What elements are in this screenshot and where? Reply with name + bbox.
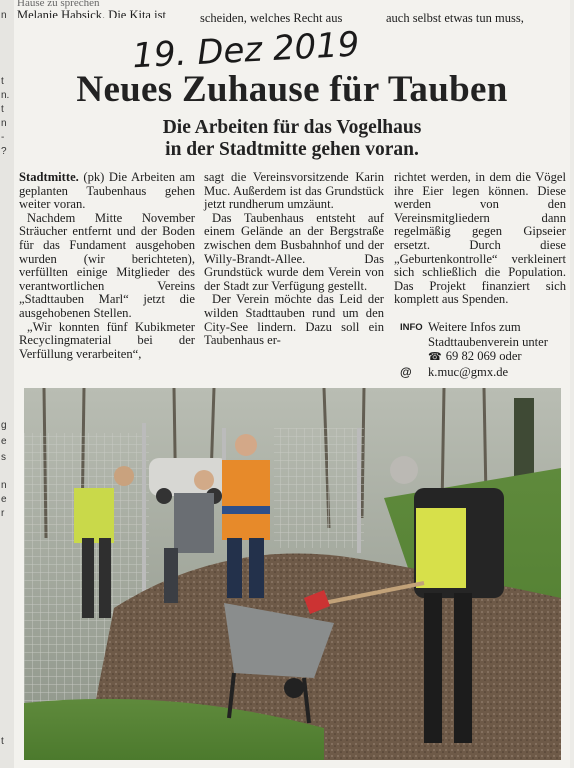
paragraph: Der Verein möchte das Leid der wilden St…: [204, 292, 384, 348]
article-photo: [24, 388, 561, 760]
edge-char: n: [1, 10, 7, 21]
paragraph: Stadtmitte. (pk) Die Arbeiten am geplant…: [19, 170, 195, 212]
edge-char: -: [1, 132, 5, 143]
paragraph: sagt die Vereinsvorsitzende Karin Muc. A…: [204, 170, 384, 212]
paragraph: „Wir konnten fünf Kubikmeter Recyclingma…: [19, 319, 195, 361]
info-email: k.muc@gmx.de: [428, 364, 509, 379]
edge-char: e: [1, 436, 7, 447]
edge-char: n.: [1, 90, 10, 101]
edge-char: s: [1, 452, 6, 463]
at-icon: @: [400, 364, 412, 379]
subheadline: Die Arbeiten für das Vogelhaus in der St…: [14, 117, 570, 161]
photo-workers-shoveling-icon: [24, 388, 561, 760]
subheadline-line-1: Die Arbeiten für das Vogelhaus: [162, 117, 422, 138]
article-column-3: richtet werden, in dem die Vögel ihre Ei…: [394, 170, 566, 307]
edge-char: g: [1, 420, 7, 431]
handwritten-date: 19. Dez 2019: [132, 25, 360, 70]
edge-char: n: [1, 118, 7, 129]
info-box: INFO Weitere Infos zum Stadttaubenverein…: [400, 320, 572, 379]
info-tag: INFO: [400, 322, 423, 333]
handwritten-date-text: 19. Dez 2019: [132, 25, 360, 70]
edge-char: e: [1, 494, 7, 505]
edge-char: ?: [1, 146, 7, 157]
headline: Neues Zuhause für Tauben: [76, 69, 508, 110]
edge-char: t: [1, 736, 4, 747]
edge-char: t: [1, 76, 4, 87]
previous-page-edge: [0, 0, 15, 768]
info-text: Weitere Infos zum Stadttaubenverein unte…: [428, 320, 548, 349]
article-column-1: Stadtmitte. (pk) Die Arbeiten am geplant…: [19, 170, 195, 361]
article-column-2: sagt die Vereinsvorsitzende Karin Muc. A…: [204, 170, 384, 348]
paragraph: richtet werden, in dem die Vögel ihre Ei…: [394, 170, 566, 307]
paragraph: Nachdem Mitte November Sträucher entfern…: [19, 210, 195, 320]
edge-char: t: [1, 104, 4, 115]
paragraph: Das Taubenhaus entsteht auf einem Geländ…: [204, 210, 384, 293]
info-phone: 69 82 069 oder: [445, 349, 522, 363]
edge-char: n: [1, 480, 7, 491]
edge-char: r: [1, 508, 5, 519]
phone-icon: ☎: [428, 351, 442, 363]
subheadline-line-2: in der Stadtmitte gehen voran.: [165, 139, 419, 160]
